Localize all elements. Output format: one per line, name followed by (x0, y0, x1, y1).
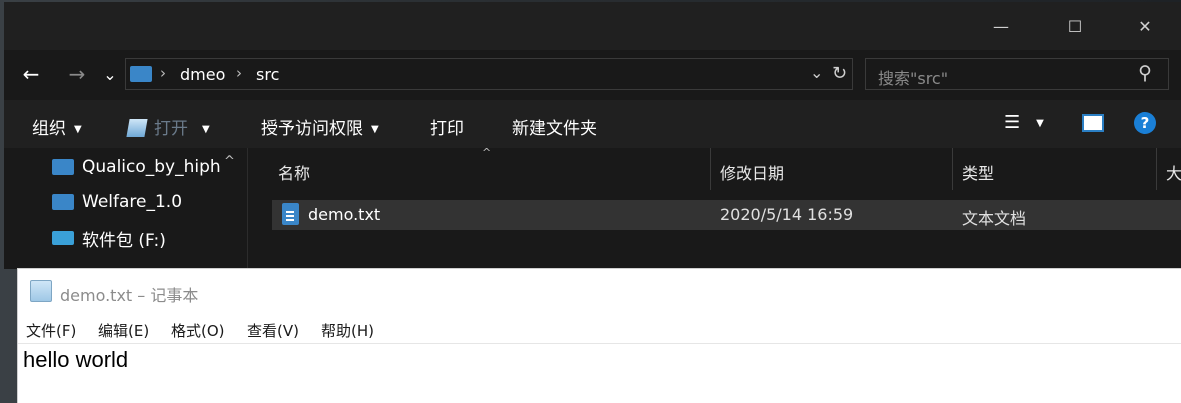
chevron-down-icon: ▼ (74, 123, 82, 135)
notepad-text-area[interactable]: hello world (23, 347, 128, 373)
column-divider[interactable] (1156, 148, 1157, 190)
notepad-title: demo.txt – 记事本 (60, 286, 199, 305)
menu-view[interactable]: 查看(V) (247, 320, 299, 341)
address-bar[interactable]: › dmeo › src ⌄ ↻ (125, 58, 853, 90)
open-button[interactable]: 打开 ▼ (126, 114, 210, 139)
folder-icon (52, 194, 74, 210)
command-toolbar: 组织 ▼ 打开 ▼ 授予访问权限 ▼ 打印 新建文件夹 ☰ ▼ ? (4, 100, 1181, 148)
notepad-window: demo.txt – 记事本 文件(F) 编辑(E) 格式(O) 查看(V) 帮… (18, 269, 1181, 403)
breadcrumb-separator-icon: › (236, 64, 242, 82)
print-button[interactable]: 打印 (430, 114, 464, 139)
breadcrumb-separator-icon: › (160, 64, 166, 82)
nav-item-label: 软件包 (F:) (82, 230, 166, 251)
chevron-down-icon: ▼ (371, 123, 379, 135)
breadcrumb-item-dmeo[interactable]: dmeo (180, 65, 225, 84)
new-folder-button[interactable]: 新建文件夹 (512, 114, 597, 139)
breadcrumb-item-src[interactable]: src (256, 65, 279, 84)
grant-access-button[interactable]: 授予访问权限 ▼ (261, 114, 379, 139)
text-file-icon (282, 203, 299, 225)
scroll-up-icon[interactable]: ^ (224, 154, 235, 169)
menu-help[interactable]: 帮助(H) (321, 320, 374, 341)
grant-access-label: 授予访问权限 (261, 119, 363, 139)
address-dropdown-icon[interactable]: ⌄ (810, 63, 823, 82)
menu-file[interactable]: 文件(F) (26, 320, 76, 341)
nav-item-drive-f[interactable]: 软件包 (F:) (52, 223, 166, 253)
column-header-type[interactable]: 类型 (962, 160, 994, 184)
organize-button[interactable]: 组织 ▼ (32, 114, 82, 139)
back-icon[interactable]: ← (16, 62, 46, 86)
nav-item-welfare[interactable]: Welfare_1.0 (52, 187, 182, 217)
change-view-button[interactable]: ☰ ▼ (1004, 112, 1044, 133)
search-icon[interactable]: ⚲ (1138, 62, 1152, 84)
file-explorer-window: — ☐ ✕ ← → ⌄ › dmeo › src ⌄ ↻ 搜索"src" ⚲ 组… (4, 2, 1181, 269)
column-divider[interactable] (952, 148, 953, 190)
search-placeholder: 搜索"src" (878, 69, 949, 88)
nav-item-label: Welfare_1.0 (82, 192, 183, 212)
menu-format[interactable]: 格式(O) (171, 320, 225, 341)
notepad-app-icon (126, 119, 148, 137)
forward-icon[interactable]: → (62, 62, 92, 86)
close-button[interactable]: ✕ (1110, 2, 1180, 50)
chevron-down-icon: ▼ (202, 123, 210, 135)
chevron-down-icon: ▼ (1036, 117, 1044, 129)
drive-icon (52, 231, 74, 245)
file-list: ^ 名称 修改日期 类型 大 demo.txt 2020/5/14 16:59 … (272, 146, 1181, 269)
details-view-icon: ☰ (1004, 112, 1021, 133)
column-header-size[interactable]: 大 (1166, 160, 1181, 184)
maximize-button[interactable]: ☐ (1040, 2, 1110, 50)
file-modified-date: 2020/5/14 16:59 (720, 205, 854, 224)
content-area: ^ Qualico_by_hiph Welfare_1.0 软件包 (F:) ^… (4, 146, 1181, 269)
notepad-icon (30, 280, 52, 302)
table-row[interactable]: demo.txt 2020/5/14 16:59 文本文档 (272, 200, 1181, 230)
column-header-name[interactable]: 名称 (278, 160, 310, 184)
sort-ascending-icon: ^ (482, 146, 492, 159)
menu-edit[interactable]: 编辑(E) (98, 320, 149, 341)
open-label: 打开 (154, 119, 188, 139)
notepad-title-bar: demo.txt – 记事本 (18, 269, 1181, 313)
title-bar: — ☐ ✕ (4, 2, 1181, 50)
address-row: ← → ⌄ › dmeo › src ⌄ ↻ 搜索"src" ⚲ (4, 50, 1181, 100)
navigation-pane: ^ Qualico_by_hiph Welfare_1.0 软件包 (F:) (4, 148, 248, 269)
column-divider[interactable] (710, 148, 711, 190)
recent-locations-icon[interactable]: ⌄ (100, 62, 120, 86)
nav-item-qualico[interactable]: Qualico_by_hiph (52, 152, 221, 182)
notepad-menu-bar: 文件(F) 编辑(E) 格式(O) 查看(V) 帮助(H) (18, 313, 1181, 344)
column-header-modified[interactable]: 修改日期 (720, 160, 784, 184)
help-icon[interactable]: ? (1134, 112, 1156, 134)
folder-icon (130, 66, 152, 82)
minimize-button[interactable]: — (966, 2, 1036, 50)
nav-item-label: Qualico_by_hiph (82, 157, 221, 177)
file-name: demo.txt (308, 205, 381, 224)
file-type: 文本文档 (962, 209, 1027, 228)
preview-pane-icon[interactable] (1082, 114, 1104, 132)
search-input[interactable]: 搜索"src" ⚲ (865, 58, 1169, 90)
folder-icon (52, 159, 74, 175)
refresh-icon[interactable]: ↻ (832, 63, 847, 84)
organize-label: 组织 (32, 119, 66, 139)
